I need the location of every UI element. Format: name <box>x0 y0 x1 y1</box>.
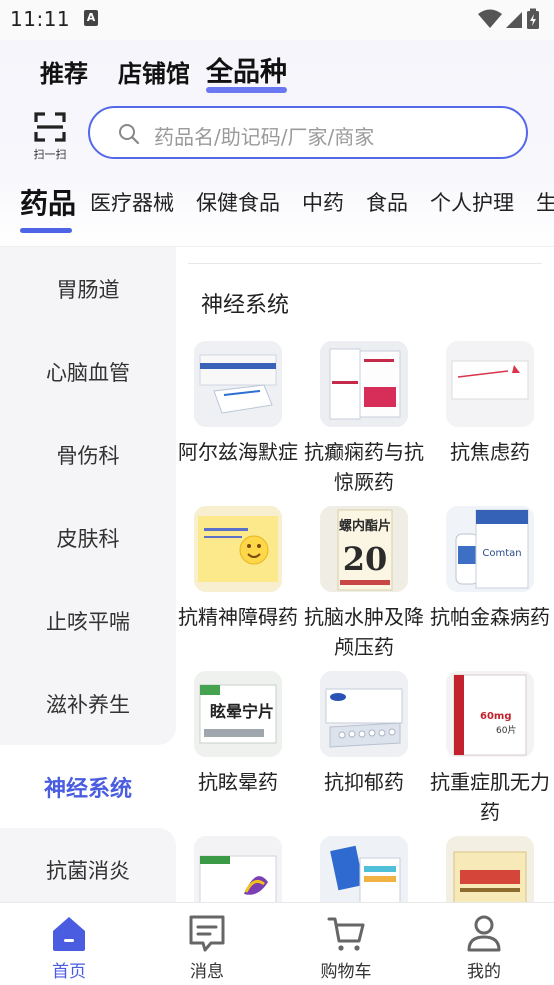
subcategory-label: 抗抑郁药 <box>324 770 404 794</box>
signal-icon <box>506 12 522 28</box>
subcategory-label: 抗焦虑药 <box>450 440 530 464</box>
product-thumbnail: Comtan <box>446 506 534 592</box>
wifi-icon <box>478 9 502 28</box>
nav-label: 购物车 <box>320 962 372 982</box>
notification-badge-icon: A <box>84 10 98 26</box>
status-time: 11:11 <box>10 7 71 31</box>
message-icon <box>189 915 225 952</box>
subcategory-item[interactable]: Comtan 抗帕金森病药 <box>430 506 550 632</box>
subcategory-item[interactable]: 60mg 60片 抗重症肌无力药 <box>430 671 550 827</box>
nav-home[interactable]: 首页 <box>24 913 114 982</box>
nav-cart[interactable]: 购物车 <box>301 913 391 982</box>
sidebar-item-cough-asthma[interactable]: 止咳平喘 <box>0 579 176 662</box>
subcategory-item[interactable]: 阿尔兹海默症 <box>178 341 298 467</box>
subcategory-item[interactable] <box>430 836 550 902</box>
subcategory-item[interactable] <box>178 836 298 902</box>
subcategory-label: 抗癫痫药与抗惊厥药 <box>304 440 424 494</box>
product-thumbnail <box>194 341 282 427</box>
thumb-text: Comtan <box>482 548 521 559</box>
subcategory-panel: 神经系统 阿尔兹海默症 抗癫痫药与抗惊厥药 抗焦虑药 抗精神障碍药 螺内酯片 2… <box>176 247 554 902</box>
category-tab-health-food[interactable]: 保健食品 <box>196 187 280 217</box>
thumb-text: 60片 <box>496 724 516 736</box>
product-thumbnail <box>194 506 282 592</box>
nav-label: 消息 <box>190 962 224 982</box>
product-thumbnail: 眩晕宁片 <box>194 671 282 757</box>
subcategory-item[interactable] <box>304 836 424 902</box>
search-placeholder: 药品名/助记码/厂家/商家 <box>154 125 375 149</box>
subcategory-label: 阿尔兹海默症 <box>178 440 298 464</box>
scan-icon <box>34 112 66 142</box>
product-thumbnail <box>320 836 408 902</box>
status-bar: 11:11 A <box>0 0 554 40</box>
subcategory-item[interactable]: 螺内酯片 20 抗脑水肿及降颅压药 <box>304 506 424 662</box>
search-input[interactable]: 药品名/助记码/厂家/商家 <box>88 106 528 159</box>
nav-profile[interactable]: 我的 <box>439 913 529 982</box>
subcategory-label: 抗帕金森病药 <box>430 605 550 629</box>
subcategory-label: 抗重症肌无力药 <box>430 770 550 824</box>
category-tab-medical-devices[interactable]: 医疗器械 <box>90 187 174 217</box>
subcategory-item[interactable]: 抗精神障碍药 <box>178 506 298 632</box>
sidebar-item-gastrointestinal[interactable]: 胃肠道 <box>0 247 176 330</box>
subcategory-item[interactable]: 抗癫痫药与抗惊厥药 <box>304 341 424 497</box>
subcategory-item[interactable]: 抗抑郁药 <box>304 671 424 797</box>
bottom-navigation: 首页 消息 购物车 我的 <box>0 902 554 985</box>
sidebar-item-cardiovascular[interactable]: 心脑血管 <box>0 330 176 413</box>
product-thumbnail: 60mg 60片 <box>446 671 534 757</box>
subcategory-item[interactable]: 抗焦虑药 <box>430 341 550 467</box>
product-thumbnail <box>446 341 534 427</box>
product-thumbnail <box>194 836 282 902</box>
category-tabs: 药品 医疗器械 保健食品 中药 食品 个人护理 生活 <box>20 182 554 222</box>
category-tab-medicine[interactable]: 药品 <box>20 182 76 222</box>
subcategory-label: 抗脑水肿及降颅压药 <box>304 605 424 659</box>
sidebar-item-dermatology[interactable]: 皮肤科 <box>0 496 176 579</box>
category-sidebar: 胃肠道 心脑血管 骨伤科 皮肤科 止咳平喘 滋补养生 神经系统 抗菌消炎 <box>0 247 176 911</box>
divider <box>188 263 542 264</box>
sidebar-item-tonic[interactable]: 滋补养生 <box>0 662 176 745</box>
status-indicators <box>478 8 540 30</box>
section-title: 神经系统 <box>201 293 290 318</box>
nav-messages[interactable]: 消息 <box>162 913 252 982</box>
product-thumbnail: 螺内酯片 20 <box>320 506 408 592</box>
subcategory-label: 抗精神障碍药 <box>178 605 298 629</box>
profile-icon <box>467 915 501 952</box>
scan-label: 扫一扫 <box>33 148 67 161</box>
thumb-text: 60mg <box>480 711 512 722</box>
category-tab-food[interactable]: 食品 <box>366 187 408 217</box>
product-thumbnail <box>320 671 408 757</box>
sidebar-item-antibacterial[interactable]: 抗菌消炎 <box>0 828 176 911</box>
product-thumbnail <box>320 341 408 427</box>
battery-icon <box>527 8 539 29</box>
thumb-text: 20 <box>343 540 388 578</box>
top-tabs: 推荐 店铺馆 全品种 <box>40 50 287 93</box>
tab-stores[interactable]: 店铺馆 <box>118 54 190 89</box>
sidebar-item-nervous-system[interactable]: 神经系统 <box>0 745 176 828</box>
tab-all-products[interactable]: 全品种 <box>206 50 287 93</box>
search-icon <box>119 124 140 145</box>
category-tab-indicator <box>20 228 72 233</box>
subcategory-item[interactable]: 眩晕宁片 抗眩晕药 <box>178 671 298 797</box>
category-tab-life[interactable]: 生活 <box>536 187 554 217</box>
category-tab-personal-care[interactable]: 个人护理 <box>430 187 514 217</box>
thumb-text: 螺内酯片 <box>339 518 391 534</box>
subcategory-label: 抗眩晕药 <box>198 770 278 794</box>
category-tab-chinese-medicine[interactable]: 中药 <box>302 187 344 217</box>
home-icon <box>53 917 85 951</box>
cart-icon <box>327 917 365 951</box>
tab-recommend[interactable]: 推荐 <box>40 54 88 89</box>
sidebar-item-orthopedics[interactable]: 骨伤科 <box>0 413 176 496</box>
product-thumbnail <box>446 836 534 902</box>
thumb-text: 眩晕宁片 <box>210 702 274 721</box>
scan-button[interactable]: 扫一扫 <box>28 110 72 162</box>
nav-label: 我的 <box>467 962 501 982</box>
nav-label: 首页 <box>52 962 86 982</box>
